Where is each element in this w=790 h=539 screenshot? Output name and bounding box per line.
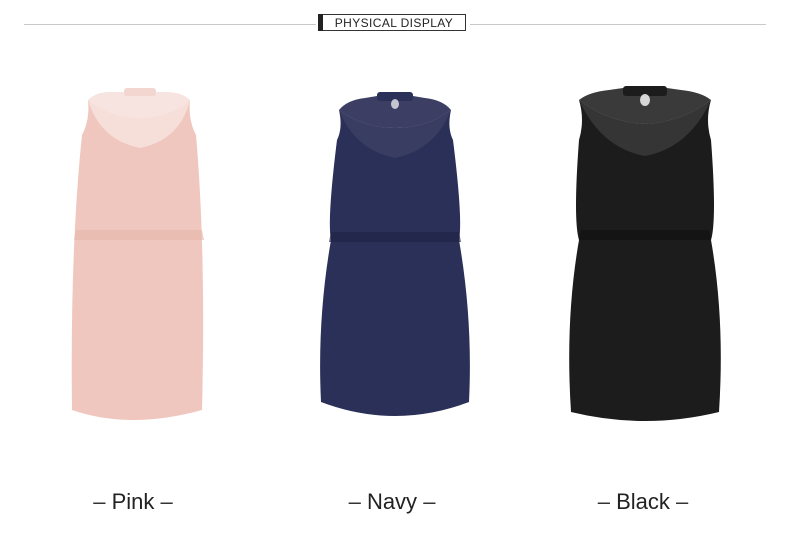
color-caption-navy: – Navy – [342, 489, 442, 515]
product-black[interactable] [565, 0, 725, 440]
dress-image-black [569, 86, 721, 421]
color-name: Navy [366, 489, 418, 514]
dress-image-navy [320, 92, 470, 416]
dress-image-pink [71, 88, 204, 420]
dash-right: – [676, 489, 689, 514]
product-navy[interactable] [315, 0, 475, 440]
color-caption-pink: – Pink – [83, 489, 183, 515]
color-caption-black: – Black – [588, 489, 698, 515]
product-pink[interactable] [60, 0, 220, 440]
dash-left: – [348, 489, 361, 514]
color-name: Black [616, 489, 670, 514]
color-name: Pink [111, 489, 155, 514]
dress-body [71, 100, 204, 420]
dash-left: – [93, 489, 106, 514]
dash-left: – [597, 489, 610, 514]
dash-right: – [423, 489, 436, 514]
dash-right: – [160, 489, 173, 514]
